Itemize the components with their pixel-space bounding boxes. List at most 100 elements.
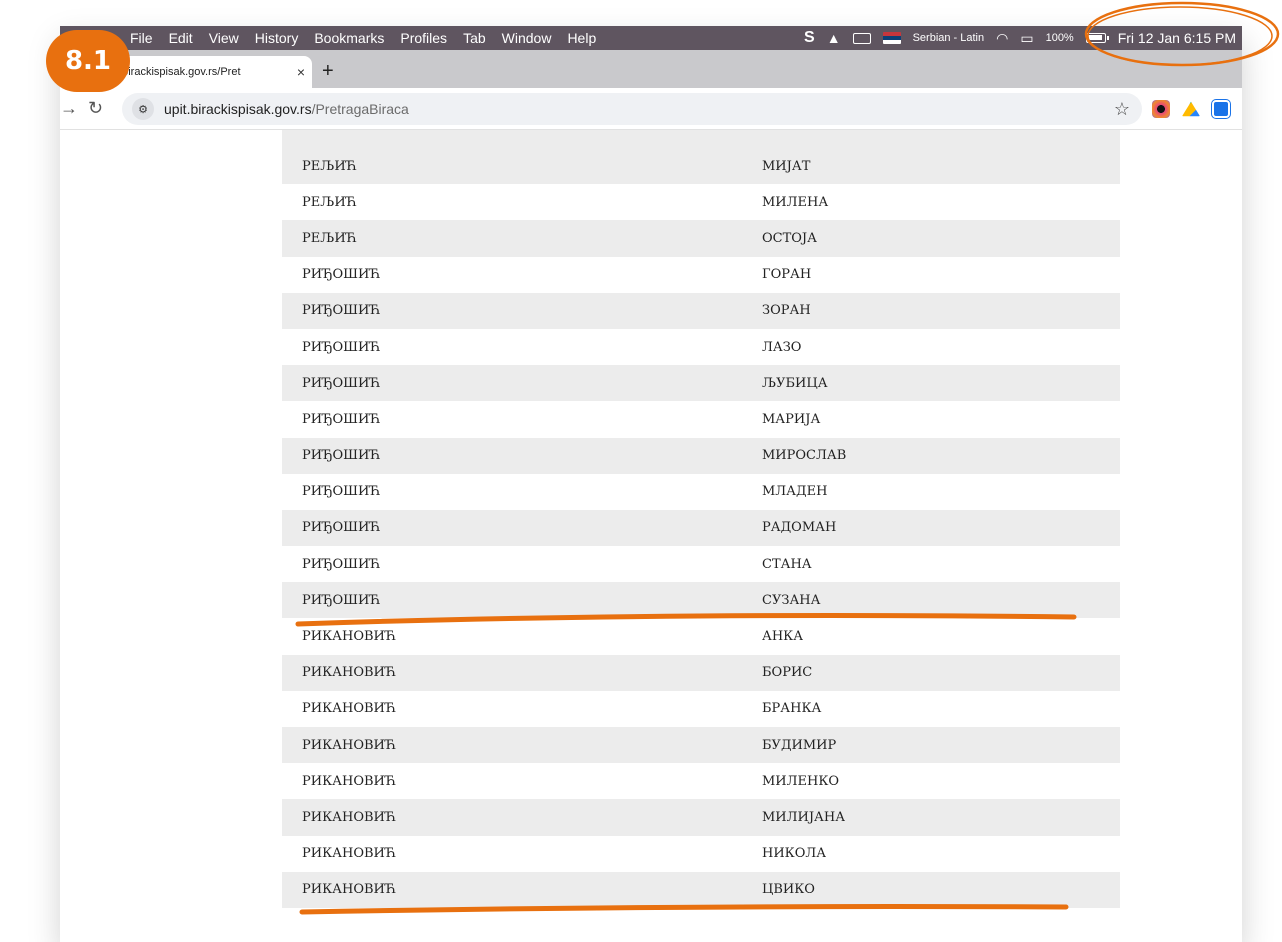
url-host: upit.birackispisak.gov.rs (164, 101, 312, 117)
given-name-cell: НИКОЛА (762, 846, 827, 862)
surname-cell: РИЂОШИЋ (302, 592, 381, 608)
table-rows: РЕЉИЋ МИЈАТ РЕЉИЋ МИЛЕНА РЕЉИЋ ОСТОЈА РИЂОШИЋ Г… (282, 148, 1120, 908)
surname-cell: РИЂОШИЋ (302, 484, 381, 500)
surname-cell: РИКАНОВИЋ (302, 882, 397, 898)
keyboard-icon[interactable] (852, 32, 871, 44)
surname-cell: РИЂОШИЋ (302, 375, 381, 391)
table-row: РИЂОШИЋ ГОРАН (282, 256, 1120, 293)
menu-view[interactable]: View (209, 30, 239, 46)
battery-icon[interactable] (1085, 33, 1109, 43)
browser-toolbar: → ↻ ⚙ upit.birackispisak.gov.rs/Pretraga… (60, 88, 1242, 130)
given-name-cell: ЉУБИЦА (762, 375, 828, 391)
surname-cell: РИЂОШИЋ (302, 267, 381, 283)
surname-cell: РИЂОШИЋ (302, 411, 381, 427)
clock[interactable]: Fri 12 Jan 6:15 PM (1118, 30, 1236, 46)
menu-items: File Edit View History Bookmarks Profiles Tab W… (130, 30, 612, 46)
given-name-cell: ЗОРАН (762, 303, 811, 319)
menu-window[interactable]: Window (502, 30, 552, 46)
table-row: РИКАНОВИЋ БОРИС (282, 654, 1120, 691)
surname-cell: РЕЉИЋ (302, 230, 358, 246)
given-name-cell: ЦВИКО (762, 882, 815, 898)
surname-cell: РИКАНОВИЋ (302, 846, 397, 862)
surname-cell: РИЂОШИЋ (302, 303, 381, 319)
extension-blue-icon[interactable] (1212, 100, 1230, 118)
given-name-cell: МИЛЕНКО (762, 773, 840, 789)
table-row: РИЂОШИЋ МИРОСЛАВ (282, 437, 1120, 474)
table-row: РИКАНОВИЋ НИКОЛА (282, 835, 1120, 872)
table-row: РИЂОШИЋ ЗОРАН (282, 292, 1120, 329)
table-row-partial (282, 130, 1120, 148)
given-name-cell: СТАНА (762, 556, 812, 572)
given-name-cell: МАРИЈА (762, 411, 821, 427)
surname-cell: РИКАНОВИЋ (302, 629, 397, 645)
bookmark-star-icon[interactable]: ☆ (1114, 99, 1130, 120)
site-settings-icon[interactable]: ⚙ (132, 98, 154, 120)
tab-title: t.birackispisak.gov.rs/Pret (116, 66, 241, 78)
step-badge: 8.1 (46, 30, 130, 92)
new-tab-button[interactable]: + (322, 60, 334, 83)
given-name-cell: ЛАЗО (762, 339, 802, 355)
table-row: РИЂОШИЋ МАРИЈА (282, 401, 1120, 438)
table-row: РИЂОШИЋ ЉУБИЦА (282, 365, 1120, 402)
serbian-flag-icon[interactable] (882, 32, 901, 44)
table-row: РЕЉИЋ МИЈАТ (282, 148, 1120, 185)
voter-results-table: РЕЉИЋ МИЈАТ РЕЉИЋ МИЛЕНА РЕЉИЋ ОСТОЈА РИЂОШИЋ Г… (282, 130, 1120, 908)
table-row: РИЂОШИЋ ЛАЗО (282, 328, 1120, 366)
given-name-cell: БОРИС (762, 665, 813, 681)
url-path: /PretragaBiraca (311, 101, 409, 117)
surname-cell: РИКАНОВИЋ (302, 701, 397, 717)
browser-screenshot: File Edit View History Bookmarks Profiles Tab W… (60, 26, 1242, 942)
given-name-cell: СУЗАНА (762, 592, 821, 608)
given-name-cell: БУДИМИР (762, 737, 837, 753)
given-name-cell: АНКА (762, 629, 804, 645)
table-row: РИКАНОВИЋ МИЛЕНКО (282, 763, 1120, 800)
drive-icon[interactable]: ▲ (827, 30, 841, 46)
table-row: РИКАНОВИЋ БУДИМИР (282, 727, 1120, 764)
status-area: S ▲ Serbian - Latin ◠ ▭ 100% Fri 12 Jan … (792, 26, 1236, 50)
given-name-cell: МЛАДЕН (762, 484, 828, 500)
given-name-cell: МИРОСЛАВ (762, 448, 847, 464)
close-icon[interactable]: × (290, 64, 312, 80)
surname-cell: РЕЉИЋ (302, 158, 358, 174)
menu-profiles[interactable]: Profiles (400, 30, 447, 46)
macos-menu-bar: File Edit View History Bookmarks Profiles Tab W… (60, 26, 1242, 50)
url-text[interactable]: upit.birackispisak.gov.rs/PretragaBiraca (164, 101, 409, 117)
surname-cell: РИЂОШИЋ (302, 556, 381, 572)
surname-cell: РИЂОШИЋ (302, 520, 381, 536)
forward-icon[interactable]: → (60, 98, 78, 119)
extension-drive-icon[interactable] (1182, 101, 1200, 117)
airplay-icon[interactable]: ▭ (1020, 30, 1033, 47)
table-row: РИКАНОВИЋ БРАНКА (282, 690, 1120, 727)
table-row: РИЂОШИЋ СУЗАНА (282, 582, 1120, 619)
surname-cell: РИЂОШИЋ (302, 339, 381, 355)
given-name-cell: ОСТОЈА (762, 230, 817, 246)
given-name-cell: МИЛЕНА (762, 194, 829, 210)
surname-cell: РИКАНОВИЋ (302, 737, 397, 753)
tab-strip: t.birackispisak.gov.rs/Pret × + (60, 50, 1242, 88)
table-row: РИКАНОВИЋ ЦВИКО (282, 871, 1120, 908)
table-row: РИКАНОВИЋ АНКА (282, 618, 1120, 655)
surname-cell: РИКАНОВИЋ (302, 665, 397, 681)
menu-tab[interactable]: Tab (463, 30, 486, 46)
given-name-cell: БРАНКА (762, 701, 822, 717)
menu-history[interactable]: History (255, 30, 299, 46)
extension-camera-icon[interactable] (1152, 100, 1170, 118)
table-row: РИЂОШИЋ РАДОМАН (282, 509, 1120, 547)
input-language[interactable]: Serbian - Latin (913, 32, 985, 44)
table-row: РИЂОШИЋ МЛАДЕН (282, 473, 1120, 510)
table-row: РЕЉИЋ ОСТОЈА (282, 220, 1120, 257)
surname-cell: РЕЉИЋ (302, 194, 358, 210)
address-bar[interactable]: ⚙ upit.birackispisak.gov.rs/PretragaBira… (122, 93, 1142, 125)
menu-edit[interactable]: Edit (169, 30, 193, 46)
surname-cell: РИЂОШИЋ (302, 448, 381, 464)
table-row: РИКАНОВИЋ МИЛИЈАНА (282, 799, 1120, 836)
wifi-icon[interactable]: ◠ (996, 30, 1008, 47)
menu-bookmarks[interactable]: Bookmarks (314, 30, 384, 46)
reload-icon[interactable]: ↻ (88, 98, 103, 119)
menu-help[interactable]: Help (567, 30, 596, 46)
s-app-icon[interactable]: S (804, 29, 815, 47)
battery-percent: 100% (1045, 32, 1074, 44)
table-row: РЕЉИЋ МИЛЕНА (282, 184, 1120, 221)
given-name-cell: МИЈАТ (762, 158, 811, 174)
menu-file[interactable]: File (130, 30, 153, 46)
